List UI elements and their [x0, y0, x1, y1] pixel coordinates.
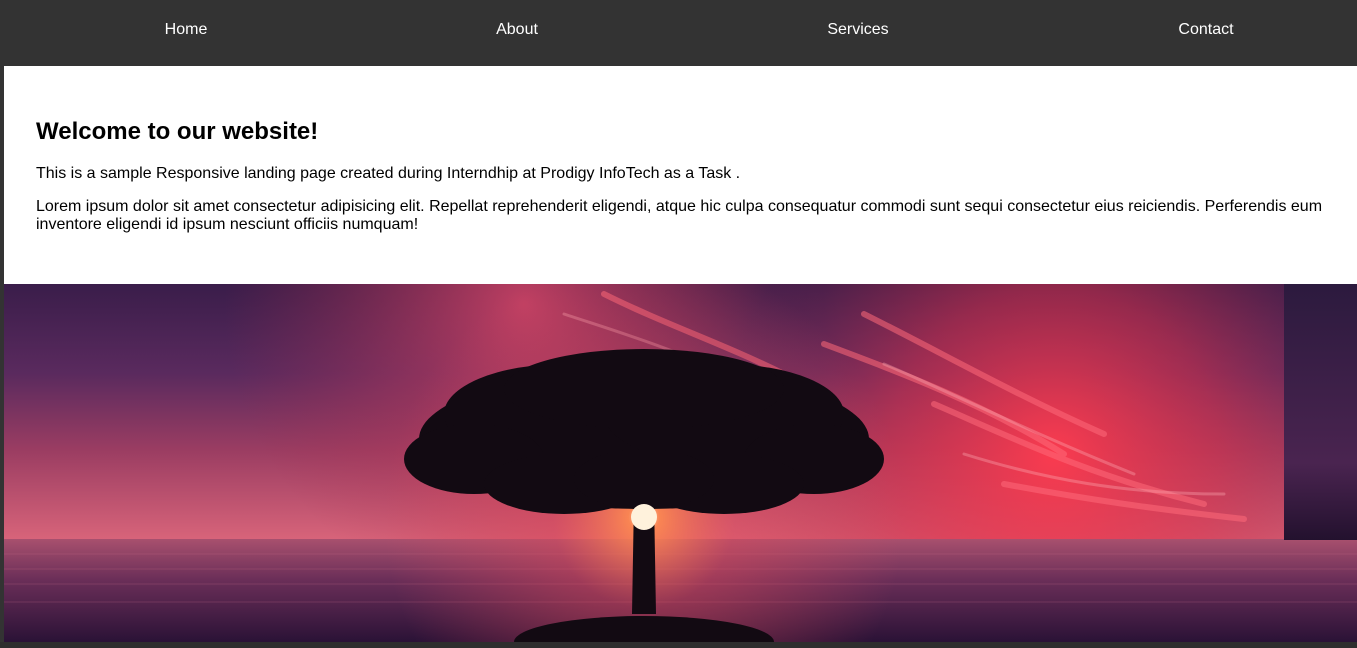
top-navbar: Home About Services Contact [0, 0, 1357, 66]
welcome-section: Welcome to our website! This is a sample… [4, 66, 1357, 284]
page-bottom-edge [0, 642, 1357, 648]
nav-link-contact[interactable]: Contact [1178, 20, 1233, 40]
sunset-tree-image [4, 284, 1357, 642]
page-title: Welcome to our website! [36, 118, 319, 145]
hero-image [4, 284, 1357, 642]
landing-page: Home About Services Contact Welcome to o… [0, 0, 1357, 648]
intro-paragraph: This is a sample Responsive landing page… [36, 165, 741, 182]
nav-link-services[interactable]: Services [827, 20, 888, 40]
lorem-paragraph: Lorem ipsum dolor sit amet consectetur a… [36, 198, 1323, 233]
nav-link-about[interactable]: About [496, 20, 538, 40]
nav-link-home[interactable]: Home [165, 20, 208, 40]
